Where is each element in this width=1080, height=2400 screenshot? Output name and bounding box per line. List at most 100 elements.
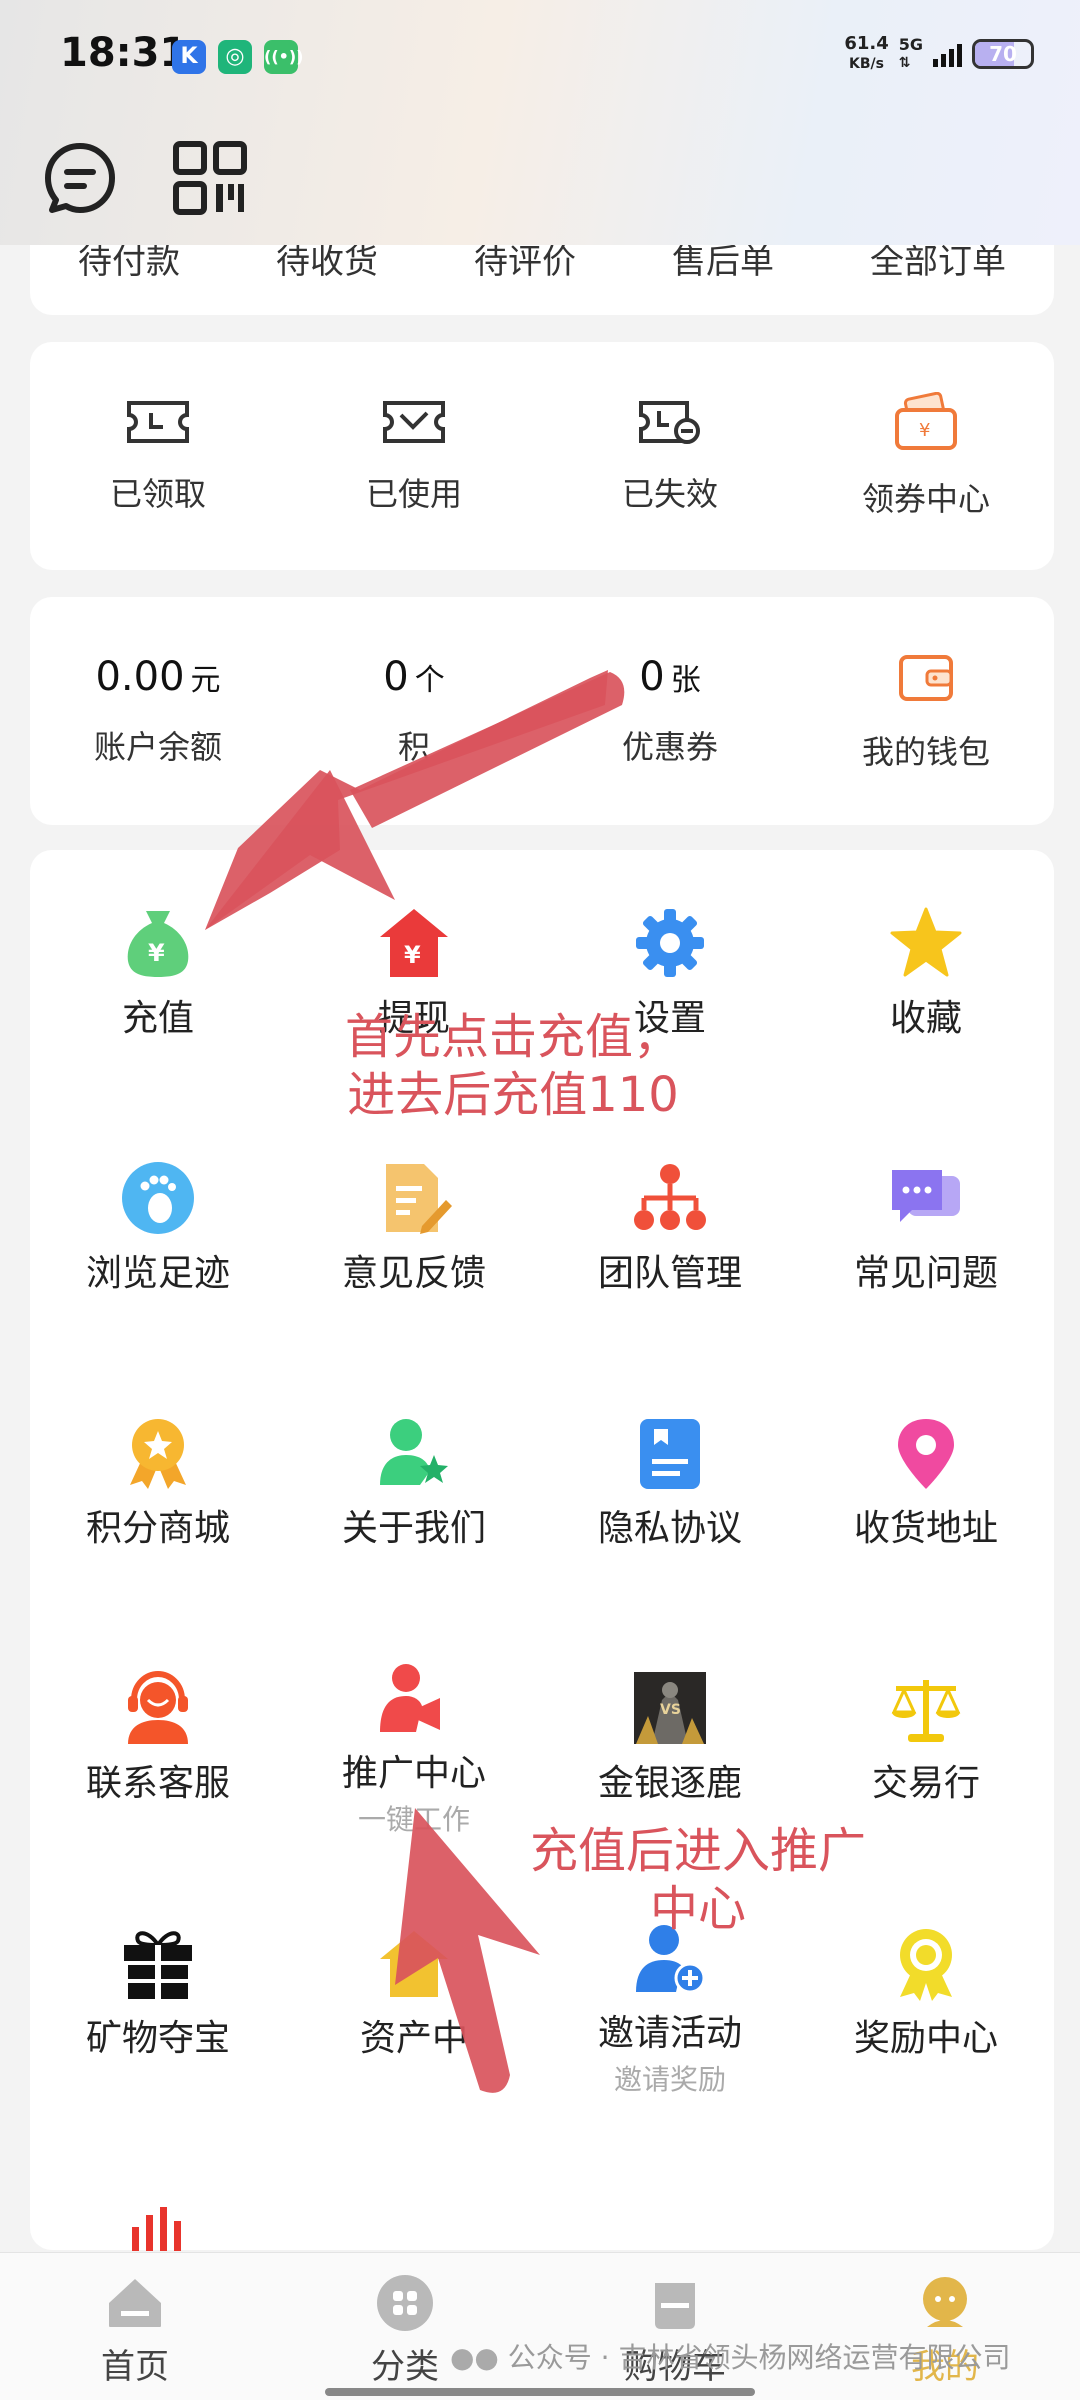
annotation-step2: 充值后进入推广 中心	[530, 1823, 867, 1937]
org-chart-icon	[634, 1164, 706, 1230]
svg-text:¥: ¥	[404, 941, 421, 969]
about-item[interactable]: 关于我们	[286, 1415, 542, 1551]
gift-box-icon	[124, 1931, 192, 1999]
points-value: 0	[383, 654, 409, 700]
svg-text:VS: VS	[660, 1702, 681, 1718]
headset-agent-icon	[128, 1670, 188, 1744]
favorites-label: 收藏	[889, 998, 962, 1039]
promo-center-sub: 一键工作	[357, 1803, 470, 1836]
points-unit: 个	[414, 663, 445, 698]
award-badge-icon	[900, 1929, 952, 2001]
wallet-icon	[899, 655, 953, 701]
document-edit-icon	[386, 1164, 452, 1234]
game-item[interactable]: VS 金银逐鹿	[542, 1670, 798, 1806]
star-icon	[890, 907, 962, 977]
support-label: 联系客服	[85, 1763, 230, 1804]
invite-label: 邀请活动	[597, 2013, 742, 2054]
ticket-icon	[127, 401, 189, 443]
balance-value: 0.00	[95, 654, 185, 700]
invite-item[interactable]: 邀请活动 邀请奖励	[542, 1920, 798, 2098]
battery-icon: 70	[972, 39, 1034, 69]
team-item[interactable]: 团队管理	[542, 1160, 798, 1296]
rewards-item[interactable]: 奖励中心	[798, 1925, 1054, 2061]
coupon-value: 0	[639, 654, 665, 700]
balance-unit: 元	[190, 663, 221, 698]
history-item[interactable]: 浏览足迹	[30, 1160, 286, 1296]
svg-text:¥: ¥	[148, 939, 165, 967]
assets-card: 0.00 元 账户余额 0个 积 0张 优惠券 我的钱包	[30, 597, 1054, 825]
faq-label: 常见问题	[853, 1253, 998, 1294]
team-label: 团队管理	[597, 1253, 742, 1294]
assets-center-item[interactable]: 资产中	[286, 1925, 542, 2061]
home-indicator[interactable]	[325, 2388, 755, 2396]
promo-center-item[interactable]: 推广中心 一键工作	[286, 1660, 542, 1838]
home-icon	[109, 2279, 161, 2327]
ticket-used-icon	[383, 401, 445, 443]
balance-label: 账户余额	[93, 728, 222, 766]
assets-center-label: 资产中	[359, 2018, 468, 2059]
faq-item[interactable]: 常见问题	[798, 1160, 1054, 1296]
recharge-item[interactable]: ¥ 充值	[30, 905, 286, 1041]
address-label: 收货地址	[853, 1508, 998, 1549]
watermark: ●● 公众号 · 吉林省领头杨网络运营有限公司	[450, 2341, 1011, 2374]
yuan-sign: ¥	[919, 420, 930, 441]
qr-code-icon[interactable]	[172, 140, 248, 216]
message-icon[interactable]	[42, 140, 118, 216]
mine-icon	[923, 2277, 967, 2327]
stats-item[interactable]	[30, 2205, 286, 2251]
gear-icon	[636, 909, 704, 977]
rewards-label: 奖励中心	[853, 2018, 998, 2059]
coupon-count[interactable]: 0张 优惠券	[542, 597, 798, 825]
net-speed: 61.4 KB/s	[844, 33, 889, 73]
status-time: 18:31	[60, 30, 188, 76]
bottom-nav: 首页 分类 购物车 我的	[0, 2252, 1080, 2400]
coupon-expired[interactable]: 已失效	[542, 342, 798, 570]
account-balance[interactable]: 0.00 元 账户余额	[30, 597, 286, 825]
game-cover-icon: VS	[634, 1672, 706, 1744]
status-right: 61.4 KB/s 5G ⇅ 70	[844, 34, 1034, 74]
category-icon	[377, 2275, 433, 2331]
app-notification-icon: ◎	[218, 40, 252, 74]
user-star-icon	[380, 1419, 448, 1485]
assets-house-icon	[380, 1931, 448, 1997]
megaphone-user-icon	[380, 1664, 440, 1732]
tab-category[interactable]: 分类	[270, 2253, 540, 2400]
bar-chart-icon	[132, 2207, 181, 2251]
points-mall-item[interactable]: 积分商城	[30, 1415, 286, 1551]
tab-home[interactable]: 首页	[0, 2253, 270, 2400]
hotspot-icon: ((•))	[264, 40, 303, 74]
medal-icon	[130, 1419, 186, 1489]
privacy-doc-icon	[640, 1419, 700, 1489]
coupon-used[interactable]: 已使用	[286, 342, 542, 570]
chat-bubbles-icon	[892, 1170, 960, 1222]
exchange-item[interactable]: 交易行	[798, 1670, 1054, 1806]
annotation-step1: 首先点击充值， 进去后充值110	[345, 1009, 682, 1123]
treasure-label: 矿物夺宝	[85, 2018, 230, 2059]
my-wallet[interactable]: 我的钱包	[798, 597, 1054, 825]
support-item[interactable]: 联系客服	[30, 1670, 286, 1806]
favorites-item[interactable]: 收藏	[798, 905, 1054, 1041]
address-item[interactable]: 收货地址	[798, 1415, 1054, 1551]
cart-icon	[655, 2283, 695, 2329]
about-label: 关于我们	[341, 1508, 486, 1549]
privacy-item[interactable]: 隐私协议	[542, 1415, 798, 1551]
points-label: 积	[397, 728, 430, 766]
tab-cart[interactable]: 购物车	[540, 2253, 810, 2400]
points-mall-label: 积分商城	[85, 1508, 230, 1549]
wallet-label: 我的钱包	[861, 733, 990, 771]
points[interactable]: 0个 积	[286, 597, 542, 825]
treasure-item[interactable]: 矿物夺宝	[30, 1925, 286, 2061]
coupon-label: 优惠券	[621, 728, 718, 766]
coupon-received[interactable]: 已领取	[30, 342, 286, 570]
location-pin-icon	[898, 1419, 954, 1489]
coupon-center-icon: ¥	[895, 392, 957, 450]
ticket-expired-icon	[639, 401, 700, 444]
header: 18:31 K ◎ ((•)) 61.4 KB/s 5G ⇅ 70	[0, 0, 1080, 245]
signal-bars-icon	[933, 41, 962, 67]
feedback-label: 意见反馈	[341, 1253, 486, 1294]
feedback-item[interactable]: 意见反馈	[286, 1160, 542, 1296]
app-notification-icon: K	[172, 40, 206, 74]
coupon-center[interactable]: ¥ 领券中心	[798, 342, 1054, 570]
tab-mine[interactable]: 我的	[810, 2253, 1080, 2400]
coupons-card: 已领取 已使用 已失效 ¥ 领券中心	[30, 342, 1054, 570]
